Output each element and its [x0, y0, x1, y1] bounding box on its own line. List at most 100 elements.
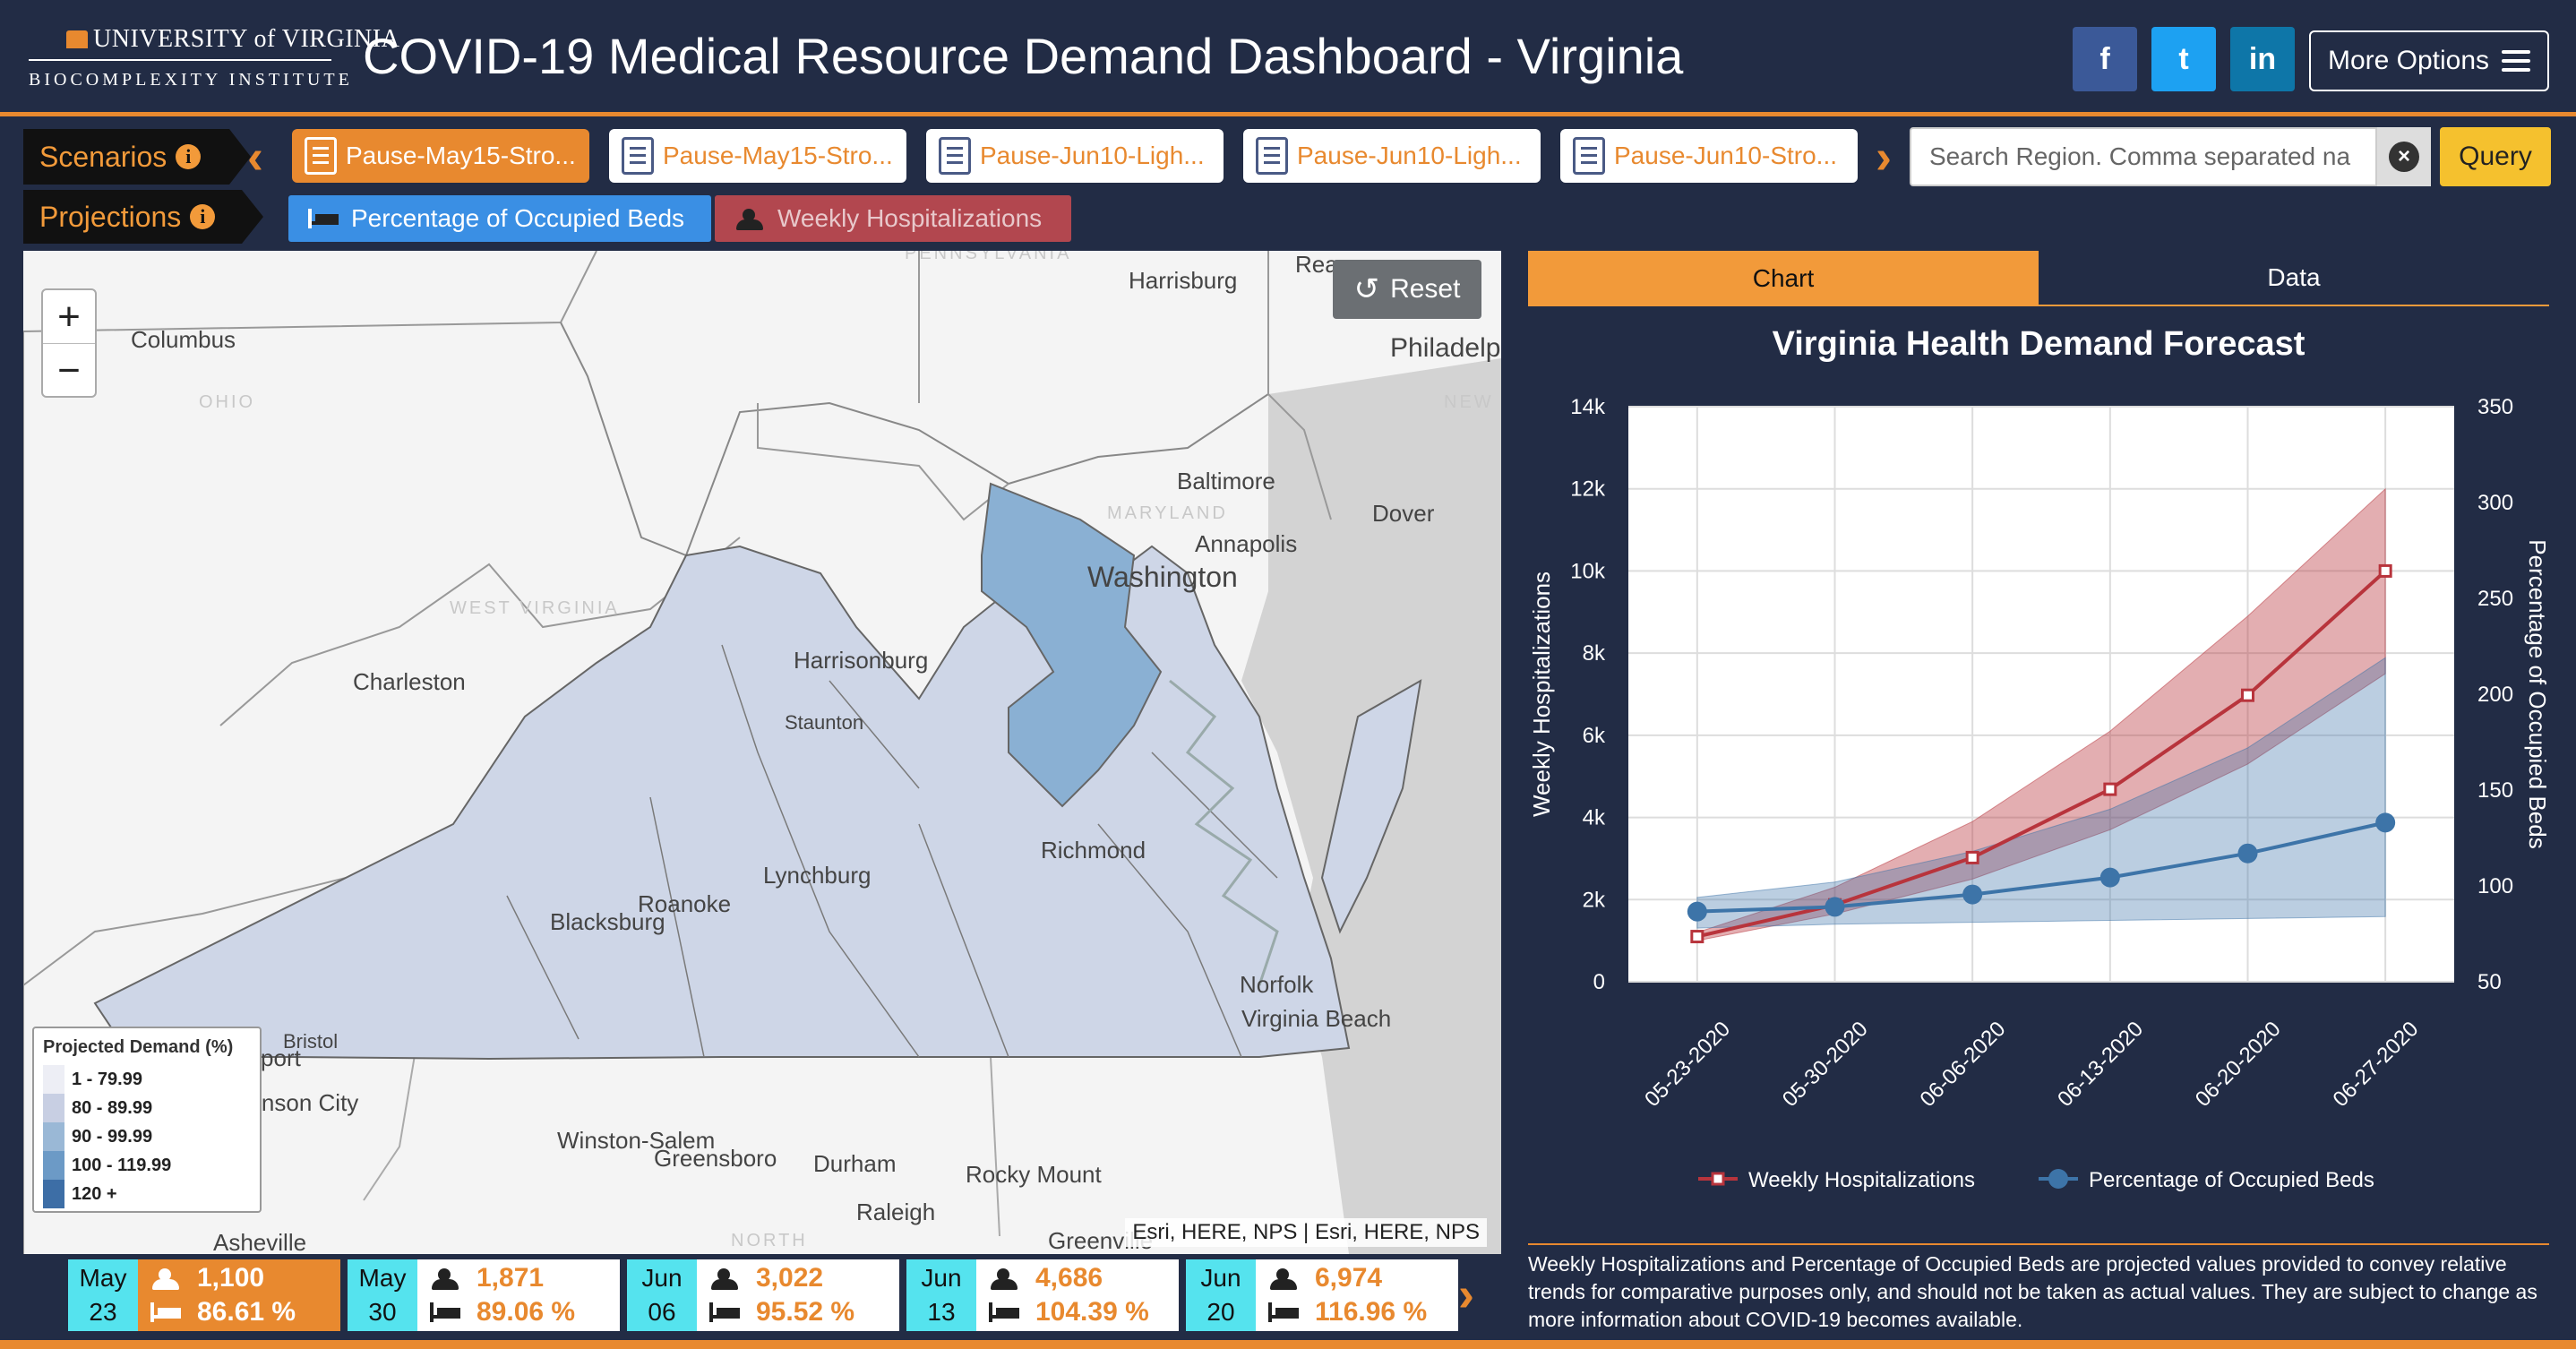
info-icon[interactable]: i	[176, 144, 202, 169]
date-block: Jun 13	[906, 1259, 976, 1331]
date-card[interactable]: Jun 20 6,974 116.96 %	[1186, 1259, 1458, 1331]
date-day: 20	[1206, 1298, 1235, 1326]
map-label: Dover	[1372, 500, 1435, 527]
legend-swatch	[43, 1151, 64, 1180]
date-card[interactable]: Jun 13 4,686 104.39 %	[906, 1259, 1179, 1331]
map-reset-button[interactable]: ↺ Reset	[1333, 260, 1481, 319]
chevron-right-icon[interactable]: ›	[1458, 1270, 1474, 1319]
scenario-card[interactable]: Pause-Jun10-Stro...	[1560, 129, 1858, 183]
legend-item: 80 - 89.99	[43, 1094, 251, 1122]
data-point	[1965, 850, 1979, 864]
legend-label: 80 - 89.99	[72, 1097, 153, 1118]
map-attribution[interactable]: Esri, HERE, NPS | Esri, HERE, NPS	[1125, 1218, 1487, 1247]
footer-accent-bar	[0, 1340, 2576, 1349]
chart-svg: Virginia Health Demand Forecast 0 2k 4k 6k 8k…	[1528, 325, 2549, 1192]
document-icon	[1256, 137, 1288, 175]
y-left-tick-label: 6k	[1583, 724, 1606, 748]
legend-item: 100 - 119.99	[43, 1151, 251, 1180]
chevron-left-icon[interactable]: ‹	[247, 133, 263, 181]
uva-logo[interactable]: UNIVERSITY of VIRGINIA	[66, 25, 399, 54]
x-tick-label: 06-20-2020	[2191, 1017, 2286, 1112]
zoom-in-button[interactable]: +	[43, 290, 95, 344]
tab-data[interactable]: Data	[2039, 251, 2549, 306]
map-label: Asheville	[213, 1229, 307, 1254]
occupied-beds-value: 116.96 %	[1315, 1297, 1428, 1327]
legend-label: 120 +	[72, 1183, 117, 1204]
map-view[interactable]: Columbus OHIO Harrisburg PENNSYLVANIA Ph…	[23, 251, 1501, 1254]
y-right-tick-label: 300	[2477, 491, 2513, 515]
zoom-control: + −	[41, 288, 97, 398]
legend-label: Percentage of Occupied Beds	[2089, 1168, 2374, 1192]
clear-search-button[interactable]: ×	[2377, 127, 2431, 186]
map-label: Raleigh	[856, 1199, 936, 1225]
document-icon	[1573, 137, 1605, 175]
bed-icon	[150, 1302, 181, 1322]
more-options-button[interactable]: More Options	[2309, 30, 2549, 91]
y-left-tick-label: 4k	[1583, 806, 1606, 830]
legend-marker	[1711, 1172, 1725, 1186]
scenario-card[interactable]: Pause-May15-Stro...	[292, 129, 589, 183]
twitter-share-button[interactable]: t	[2151, 27, 2216, 91]
query-button[interactable]: Query	[2440, 127, 2551, 186]
scenario-card[interactable]: Pause-Jun10-Ligh...	[1243, 129, 1541, 183]
scenarios-label[interactable]: Scenarios i	[23, 129, 251, 185]
legend-item: 1 - 79.99	[43, 1065, 251, 1094]
map-label: WEST VIRGINIA	[450, 598, 620, 618]
map-label: PENNSYLVANIA	[905, 251, 1072, 263]
projection-weekly-hosp-button[interactable]: Weekly Hospitalizations	[715, 195, 1071, 242]
map-label: Rocky Mount	[966, 1161, 1102, 1188]
map-label: Charleston	[353, 668, 466, 695]
date-values: 4,686 104.39 %	[976, 1259, 1179, 1331]
scenario-card[interactable]: Pause-May15-Stro...	[609, 129, 906, 183]
date-values: 1,871 89.06 %	[417, 1259, 620, 1331]
search-input[interactable]: Search Region. Comma separated na	[1910, 127, 2377, 186]
data-point	[1825, 897, 1845, 917]
x-tick-label: 06-27-2020	[2329, 1017, 2424, 1112]
hospitalizations-value: 1,871	[477, 1263, 545, 1293]
date-month: Jun	[641, 1264, 683, 1293]
scenarios-label-text: Scenarios	[39, 140, 167, 173]
date-day: 06	[648, 1298, 676, 1326]
date-day: 13	[927, 1298, 956, 1326]
map-label: Richmond	[1041, 837, 1146, 864]
chevron-right-icon[interactable]: ›	[1876, 133, 1892, 181]
date-block: May 30	[348, 1259, 417, 1331]
data-point	[2099, 867, 2120, 888]
y-right-tick-label: 100	[2477, 874, 2513, 898]
map-label: MARYLAND	[1107, 503, 1228, 523]
hospitalizations-value: 3,022	[756, 1263, 824, 1293]
scenario-label: Pause-Jun10-Ligh...	[1297, 142, 1522, 169]
date-card[interactable]: May 30 1,871 89.06 %	[348, 1259, 620, 1331]
data-point	[2375, 812, 2396, 833]
y-left-tick-label: 0	[1593, 970, 1605, 994]
legend-swatch	[43, 1094, 64, 1122]
people-icon	[989, 1268, 1019, 1290]
projection-label: Weekly Hospitalizations	[777, 204, 1043, 232]
scenario-label: Pause-May15-Stro...	[346, 142, 576, 169]
projections-label[interactable]: Projections i	[23, 190, 263, 244]
legend-marker	[2048, 1169, 2068, 1189]
date-card[interactable]: May 23 1,100 86.61 %	[68, 1259, 340, 1331]
linkedin-share-button[interactable]: in	[2230, 27, 2295, 91]
header-bar: UNIVERSITY of VIRGINIA BIOCOMPLEXITY INS…	[0, 0, 2576, 116]
data-point	[2378, 563, 2392, 578]
map-label: Staunton	[785, 711, 864, 734]
legend-item: 120 +	[43, 1180, 251, 1208]
tab-chart[interactable]: Chart	[1528, 251, 2039, 306]
data-point	[1690, 930, 1704, 944]
y-right-axis-label: Percentage of Occupied Beds	[2524, 539, 2549, 848]
occupied-beds-value: 86.61 %	[197, 1297, 296, 1327]
scenario-card[interactable]: Pause-Jun10-Ligh...	[926, 129, 1224, 183]
dashboard: UNIVERSITY of VIRGINIA BIOCOMPLEXITY INS…	[0, 0, 2576, 1349]
info-icon[interactable]: i	[190, 204, 216, 229]
facebook-share-button[interactable]: f	[2073, 27, 2137, 91]
legend-label: 90 - 99.99	[72, 1126, 153, 1147]
projection-occupied-beds-button[interactable]: Percentage of Occupied Beds	[288, 195, 711, 242]
y-left-tick-label: 2k	[1583, 888, 1606, 912]
map-label: Blacksburg	[550, 908, 665, 935]
legend-item: 90 - 99.99	[43, 1122, 251, 1151]
zoom-out-button[interactable]: −	[43, 344, 95, 398]
date-card[interactable]: Jun 06 3,022 95.52 %	[627, 1259, 899, 1331]
hospitalizations-value: 4,686	[1035, 1263, 1103, 1293]
date-block: Jun 20	[1186, 1259, 1256, 1331]
